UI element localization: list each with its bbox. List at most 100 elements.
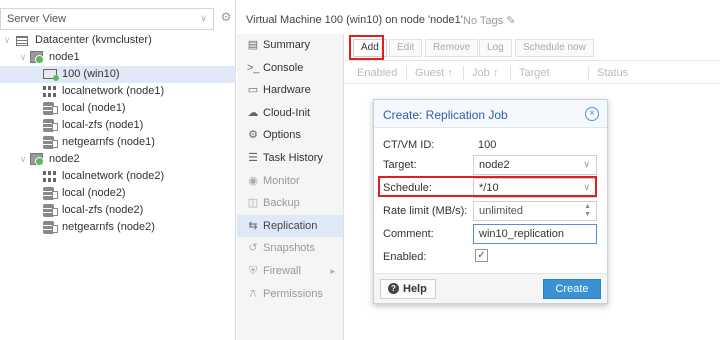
nav-item-monitor[interactable]: ◉ Monitor: [237, 170, 343, 193]
proxmox-app: Server View ∨ ⚙ ∨ Datacenter (kvmcluster…: [0, 0, 720, 340]
tree-item-label: 100 (win10): [62, 68, 120, 80]
tree-item-label: local-zfs (node1): [62, 119, 144, 131]
tree-item-storage-localzfs-node2[interactable]: local-zfs (node2): [0, 202, 236, 219]
highlight-box-add: [349, 35, 384, 60]
tree-item-label: localnetwork (node1): [62, 85, 165, 97]
close-icon[interactable]: ×: [585, 107, 599, 121]
column-label: Job: [472, 67, 490, 79]
enabled-checkbox[interactable]: ✓: [475, 249, 488, 262]
vm-running-icon: [43, 69, 59, 81]
nav-item-label: Options: [263, 129, 301, 142]
sdn-zone-icon: [43, 86, 56, 97]
nav-item-hardware[interactable]: ▭ Hardware: [237, 79, 343, 102]
gear-icon: ⚙: [248, 129, 258, 142]
tree-item-sdn-node1[interactable]: localnetwork (node1): [0, 83, 236, 100]
create-button[interactable]: Create: [543, 279, 601, 299]
collapse-toggle-icon[interactable]: ∨: [18, 49, 28, 66]
enabled-row: Enabled: ✓: [383, 247, 598, 267]
tree-item-storage-nfs-node2[interactable]: netgearnfs (node2): [0, 219, 236, 236]
page-title: Virtual Machine 100 (win10) on node 'nod…: [246, 14, 463, 26]
datacenter-icon: [16, 36, 28, 46]
create-replication-job-dialog: Create: Replication Job × CT/VM ID: 100 …: [373, 99, 608, 304]
nav-item-replication[interactable]: ⇆ Replication: [237, 214, 343, 238]
vm-nav-menu: ▤ Summary >_ Console ▭ Hardware ☁ Cloud-Init…: [237, 34, 344, 340]
column-status[interactable]: Status: [597, 67, 628, 79]
tree-item-storage-local-node2[interactable]: local (node2): [0, 185, 236, 202]
pencil-icon[interactable]: ✎: [506, 15, 515, 27]
grid-header: Enabled Guest ↑ Job ↑ Target Status: [345, 62, 720, 84]
eye-icon: ◉: [248, 174, 258, 187]
spinner-icon[interactable]: ▲ ▼: [584, 203, 591, 219]
nav-item-firewall[interactable]: ⛨ Firewall ▸: [237, 260, 343, 283]
tree-item-datacenter[interactable]: ∨ Datacenter (kvmcluster): [0, 32, 236, 49]
nav-item-console[interactable]: >_ Console: [237, 57, 343, 80]
column-divider: [463, 66, 464, 80]
column-job[interactable]: Job ↑: [472, 67, 498, 79]
list-icon: ☰: [248, 151, 258, 164]
nav-item-label: Cloud-Init: [263, 106, 311, 119]
nav-item-label: Task History: [263, 151, 323, 164]
schedule-now-button[interactable]: Schedule now: [515, 39, 594, 57]
tree-item-vm-100[interactable]: 100 (win10): [0, 66, 236, 83]
tree-item-node1[interactable]: ∨ node1: [0, 49, 236, 66]
column-divider: [510, 66, 511, 80]
question-icon: ?: [388, 283, 399, 294]
tree-item-storage-local-node1[interactable]: local (node1): [0, 100, 236, 117]
target-row: Target: node2 ∨: [383, 155, 598, 175]
remove-button[interactable]: Remove: [425, 39, 479, 57]
tree-item-label: local-zfs (node2): [62, 204, 144, 216]
help-button[interactable]: ? Help: [380, 279, 436, 299]
tree-item-label: local (node1): [62, 102, 126, 114]
tree-item-label: local (node2): [62, 187, 126, 199]
column-enabled[interactable]: Enabled: [357, 67, 397, 79]
chevron-down-icon: ∨: [200, 13, 207, 23]
dialog-footer: ? Help Create: [374, 273, 607, 303]
storage-badge-icon: [52, 191, 58, 199]
tags-editor[interactable]: No Tags ✎: [463, 14, 515, 27]
collapse-toggle-icon[interactable]: ∨: [2, 32, 12, 49]
monitor-icon: ▭: [247, 84, 259, 97]
tree-item-label: localnetwork (node2): [62, 170, 165, 182]
resource-tree: ∨ Datacenter (kvmcluster) ∨ node1 100 (w…: [0, 32, 236, 236]
tree-item-storage-nfs-node1[interactable]: netgearnfs (node1): [0, 134, 236, 151]
nav-item-summary[interactable]: ▤ Summary: [237, 34, 343, 57]
nav-item-label: Firewall: [263, 264, 301, 277]
rate-limit-label: Rate limit (MB/s):: [383, 205, 468, 217]
ctvm-id-value: 100: [478, 139, 497, 151]
gear-icon[interactable]: ⚙: [219, 10, 233, 24]
view-selector-label: Server View: [7, 13, 67, 25]
tree-item-label: node1: [49, 51, 80, 63]
nav-item-backup[interactable]: ◫ Backup: [237, 192, 343, 215]
highlight-box-schedule: [378, 176, 597, 197]
nav-item-label: Summary: [263, 39, 311, 51]
rate-limit-field[interactable]: unlimited ▲ ▼: [473, 201, 597, 221]
nav-item-options[interactable]: ⚙ Options: [237, 124, 343, 147]
sort-up-icon: ↑: [492, 67, 499, 79]
nav-item-snapshots[interactable]: ↺ Snapshots: [237, 237, 343, 260]
nav-item-task-history[interactable]: ☰ Task History: [237, 147, 343, 170]
column-target[interactable]: Target: [519, 67, 550, 79]
cloud-icon: ☁: [247, 106, 259, 119]
tree-item-storage-localzfs-node1[interactable]: local-zfs (node1): [0, 117, 236, 134]
chevron-right-icon: ▸: [330, 265, 335, 276]
view-selector[interactable]: Server View ∨: [0, 8, 214, 30]
nav-item-cloud-init[interactable]: ☁ Cloud-Init: [237, 102, 343, 125]
resource-tree-panel: Server View ∨ ⚙ ∨ Datacenter (kvmcluster…: [0, 0, 236, 340]
nav-item-permissions[interactable]: ⚻ Permissions: [237, 283, 343, 306]
column-divider: [588, 66, 589, 80]
tree-item-sdn-node2[interactable]: localnetwork (node2): [0, 168, 236, 185]
comment-value: win10_replication: [479, 228, 564, 240]
node-online-icon: [30, 153, 44, 166]
target-select[interactable]: node2 ∨: [473, 155, 597, 175]
chevron-down-icon: ∨: [583, 159, 590, 169]
storage-badge-icon: [52, 208, 58, 216]
collapse-toggle-icon[interactable]: ∨: [18, 151, 28, 168]
help-label: Help: [403, 283, 427, 295]
edit-button[interactable]: Edit: [389, 39, 423, 57]
tree-item-node2[interactable]: ∨ node2: [0, 151, 236, 168]
log-button[interactable]: Log: [479, 39, 512, 57]
sort-up-icon: ↑: [447, 67, 453, 79]
shield-icon: ⛨: [248, 264, 258, 277]
comment-field[interactable]: win10_replication: [473, 224, 597, 244]
column-guest[interactable]: Guest ↑: [415, 67, 453, 79]
